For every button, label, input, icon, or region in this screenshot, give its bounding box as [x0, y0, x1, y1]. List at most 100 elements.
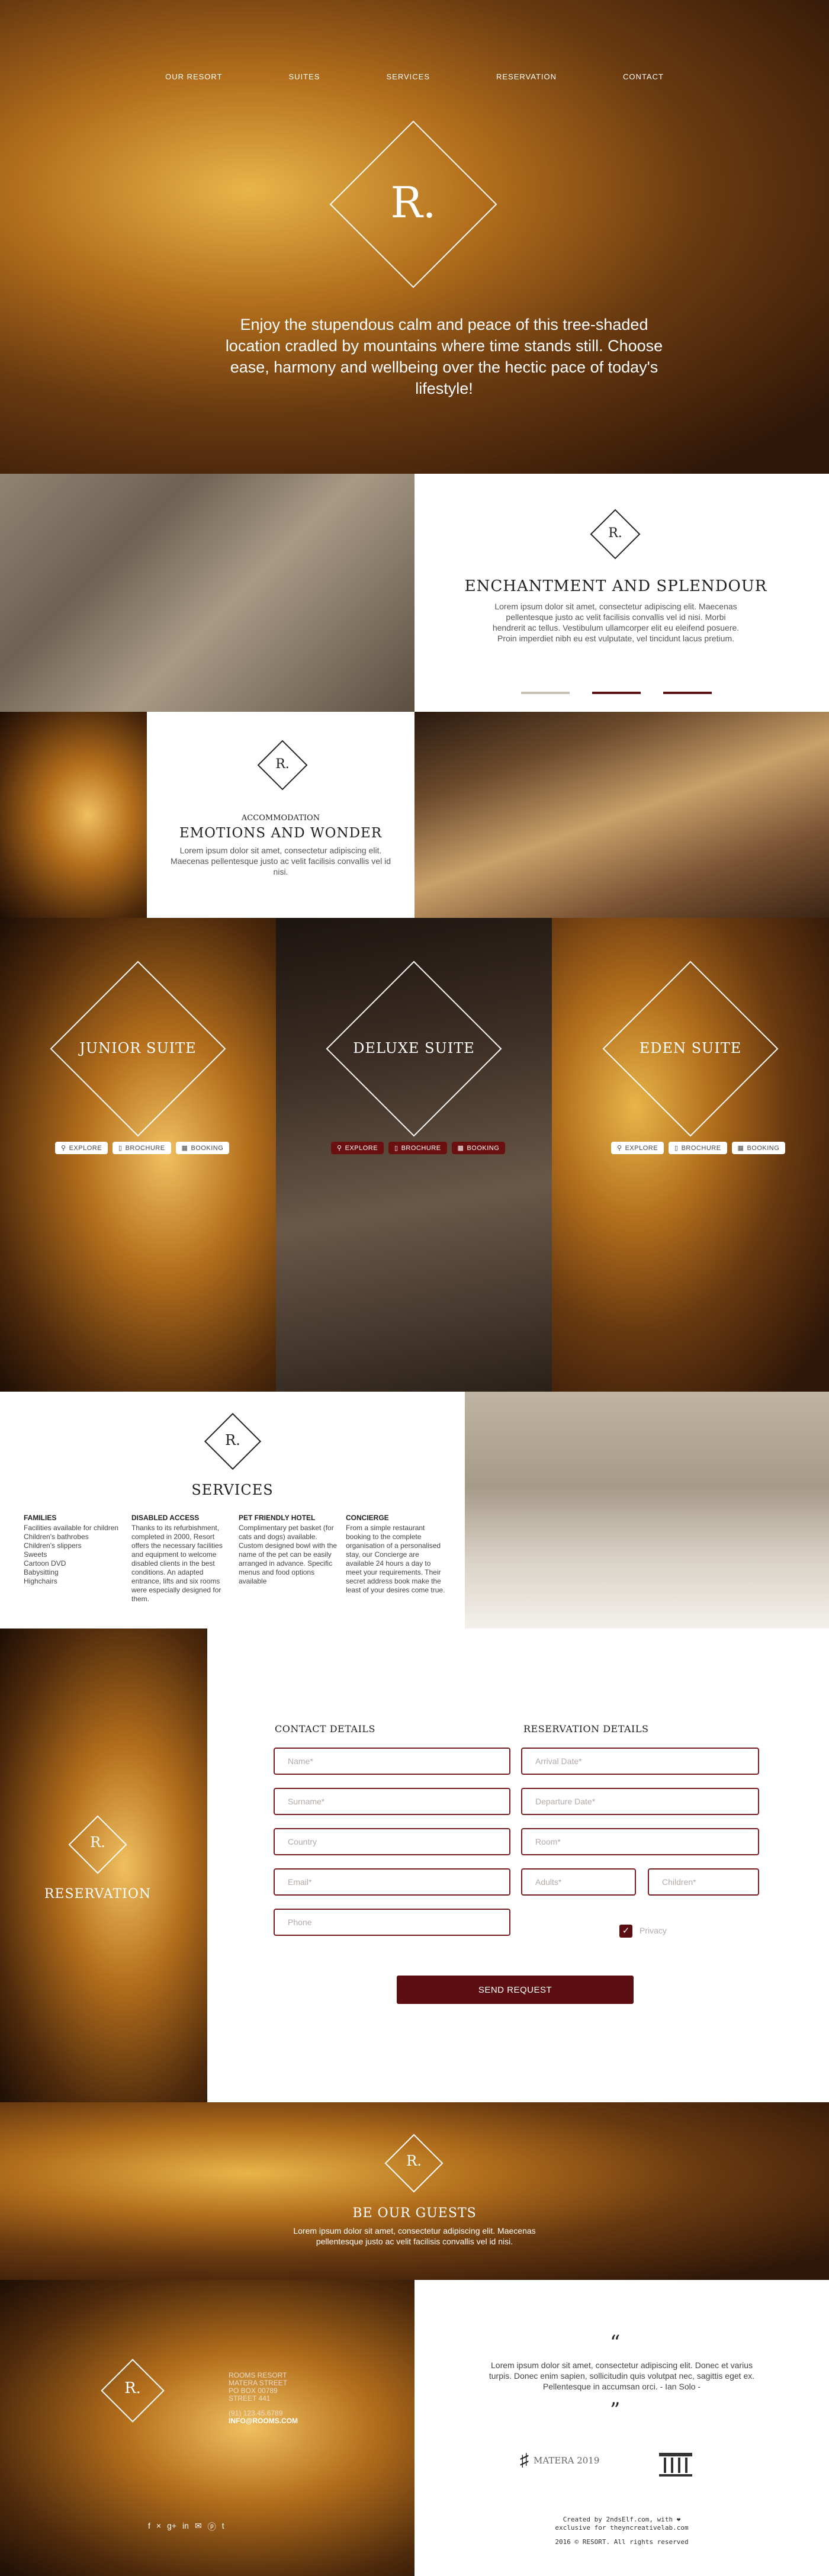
- hero-section: OUR RESORT SUITES SERVICES RESERVATION C…: [0, 0, 829, 474]
- children-field[interactable]: [648, 1868, 759, 1896]
- junior-suite-image: JUNIOR SUITE ⚲ EXPLORE ▯ BROCHURE ▦ BOOKING: [0, 918, 276, 1392]
- email-icon[interactable]: ✉: [195, 2521, 202, 2533]
- reservation-details-heading: RESERVATION DETAILS: [523, 1723, 649, 1735]
- matera-label: MATERA 2019: [534, 2455, 600, 2466]
- junior-suite-title[interactable]: JUNIOR SUITE: [0, 1040, 276, 1056]
- logo-mini: R.: [608, 526, 622, 541]
- enchantment-title: ENCHANTMENT AND SPLENDOUR: [464, 577, 767, 595]
- junior-brochure-button[interactable]: ▯ BROCHURE: [113, 1142, 171, 1154]
- accommodation-title: EMOTIONS AND WONDER: [179, 826, 383, 841]
- reservation-section: R. RESERVATION: [0, 1629, 829, 2102]
- brochure-label: BROCHURE: [401, 1144, 441, 1152]
- service-text: From a simple restaurant booking to the …: [346, 1524, 445, 1594]
- courtyard-image: [0, 474, 415, 712]
- facebook-icon[interactable]: f: [148, 2521, 150, 2533]
- service-disabled-access: DISABLED ACCESS Thanks to its refurbishme…: [131, 1514, 232, 1604]
- privacy-checkbox[interactable]: ✓: [619, 1925, 632, 1938]
- eden-explore-button[interactable]: ⚲ EXPLORE: [611, 1142, 664, 1154]
- guests-title: BE OUR GUESTS: [352, 2206, 477, 2221]
- country-field[interactable]: [274, 1828, 510, 1855]
- nav-suites[interactable]: SUITES: [289, 72, 320, 81]
- bedroom-image: [415, 712, 829, 918]
- junior-booking-button[interactable]: ▦ BOOKING: [175, 1142, 230, 1154]
- googleplus-icon[interactable]: g+: [167, 2521, 176, 2533]
- footer-copyright: 2016 © RESORT. All rights reserved: [555, 2538, 689, 2546]
- search-icon: ⚲: [61, 1145, 66, 1152]
- calendar-icon: ▦: [737, 1145, 744, 1152]
- service-families: FAMILIES Facilities available for childre…: [24, 1514, 124, 1586]
- logo-mini: R.: [275, 757, 290, 772]
- linkedin-icon[interactable]: in: [182, 2521, 189, 2533]
- footer-email-link[interactable]: INFO@ROOMS.COM: [229, 2417, 298, 2425]
- social-links: f × g+ in ✉ ⓟ t: [148, 2521, 224, 2533]
- deluxe-booking-button[interactable]: ▦ BOOKING: [451, 1142, 506, 1154]
- nav-services[interactable]: SERVICES: [386, 72, 430, 81]
- service-text: Facilities available for children Childr…: [24, 1524, 119, 1585]
- nav-our-resort[interactable]: OUR RESORT: [165, 72, 222, 81]
- search-icon: ⚲: [617, 1145, 622, 1152]
- service-pet-friendly: PET FRIENDLY HOTEL Complimentary pet bask…: [239, 1514, 339, 1586]
- service-text: Thanks to its refurbishment, completed i…: [131, 1524, 223, 1603]
- enchantment-panel: R. ENCHANTMENT AND SPLENDOUR Lorem ipsum…: [415, 474, 829, 712]
- eden-booking-button[interactable]: ▦ BOOKING: [731, 1142, 786, 1154]
- services-title: SERVICES: [191, 1482, 274, 1498]
- footer-section: R. “ Lorem ipsum dolor sit amet, consect…: [0, 2280, 829, 2576]
- footer-credits: Created by 2ndsElf.com, with ❤: [563, 2516, 681, 2523]
- footer-contact: ROOMS RESORT MATERA STREET PO BOX 00789 …: [229, 2372, 298, 2425]
- deluxe-explore-button[interactable]: ⚲ EXPLORE: [331, 1142, 384, 1154]
- arrival-date-field[interactable]: [521, 1748, 759, 1775]
- logo-mini: R.: [225, 1432, 240, 1448]
- slider-dot-1[interactable]: [521, 692, 570, 694]
- book-icon: ▯: [674, 1145, 679, 1152]
- terrace-image: [465, 1392, 829, 1629]
- phone-field[interactable]: [274, 1909, 510, 1936]
- reservation-side-title: RESERVATION: [44, 1887, 152, 1902]
- service-heading: DISABLED ACCESS: [131, 1514, 200, 1522]
- service-heading: CONCIERGE: [346, 1514, 389, 1522]
- slider-dots: [521, 692, 712, 694]
- unesco-logo-icon: [659, 2453, 692, 2477]
- name-field[interactable]: [274, 1748, 510, 1775]
- adults-field[interactable]: [521, 1868, 636, 1896]
- calendar-icon: ▦: [181, 1145, 188, 1152]
- hero-logo[interactable]: R.: [354, 178, 473, 227]
- eden-brochure-button[interactable]: ▯ BROCHURE: [669, 1142, 727, 1154]
- deluxe-suite-image: DELUXE SUITE ⚲ EXPLORE ▯ BROCHURE ▦ BOOKING: [276, 918, 552, 1392]
- departure-date-field[interactable]: [521, 1788, 759, 1815]
- privacy-label: Privacy: [640, 1926, 667, 1935]
- contact-details-heading: CONTACT DETAILS: [275, 1723, 375, 1735]
- junior-explore-button[interactable]: ⚲ EXPLORE: [55, 1142, 108, 1154]
- footer-logo: R.: [124, 2379, 141, 2397]
- deluxe-suite-buttons: ⚲ EXPLORE ▯ BROCHURE ▦ BOOKING: [331, 1142, 506, 1154]
- booking-label: BOOKING: [747, 1144, 780, 1152]
- nav-reservation[interactable]: RESERVATION: [496, 72, 557, 81]
- slider-dot-3[interactable]: [663, 692, 712, 694]
- guests-logo: R.: [406, 2153, 422, 2169]
- deluxe-brochure-button[interactable]: ▯ BROCHURE: [388, 1142, 447, 1154]
- explore-label: EXPLORE: [625, 1144, 658, 1152]
- accommodation-text: Lorem ipsum dolor sit amet, consectetur …: [171, 846, 391, 876]
- guests-text: Lorem ipsum dolor sit amet, consectetur …: [293, 2226, 536, 2246]
- explore-label: EXPLORE: [69, 1144, 102, 1152]
- footer-quote: Lorem ipsum dolor sit amet, consectetur …: [489, 2360, 755, 2391]
- slider-dot-2[interactable]: [592, 692, 641, 694]
- footer-credits-exclusive: exclusive for theyncreativelab.com: [555, 2524, 689, 2532]
- send-request-button[interactable]: SEND REQUEST: [397, 1976, 634, 2004]
- brochure-label: BROCHURE: [681, 1144, 721, 1152]
- quote-open-icon: “: [610, 2331, 621, 2355]
- twitter-icon[interactable]: ×: [156, 2521, 161, 2533]
- pinterest-icon[interactable]: ⓟ: [208, 2521, 216, 2533]
- main-nav: OUR RESORT SUITES SERVICES RESERVATION C…: [0, 72, 829, 81]
- tumblr-icon[interactable]: t: [222, 2521, 224, 2533]
- deluxe-suite-title[interactable]: DELUXE SUITE: [276, 1040, 552, 1056]
- enchantment-section: R. ENCHANTMENT AND SPLENDOUR Lorem ipsum…: [0, 474, 829, 712]
- guests-section: R. BE OUR GUESTS Lorem ipsum dolor sit a…: [0, 2102, 829, 2280]
- room-field[interactable]: [521, 1828, 759, 1855]
- eden-suite-title[interactable]: EDEN SUITE: [552, 1040, 829, 1056]
- email-field[interactable]: [274, 1868, 510, 1896]
- service-concierge: CONCIERGE From a simple restaurant bookin…: [346, 1514, 446, 1595]
- surname-field[interactable]: [274, 1788, 510, 1815]
- quote-close-icon: ”: [610, 2398, 621, 2422]
- explore-label: EXPLORE: [345, 1144, 378, 1152]
- nav-contact[interactable]: CONTACT: [623, 72, 664, 81]
